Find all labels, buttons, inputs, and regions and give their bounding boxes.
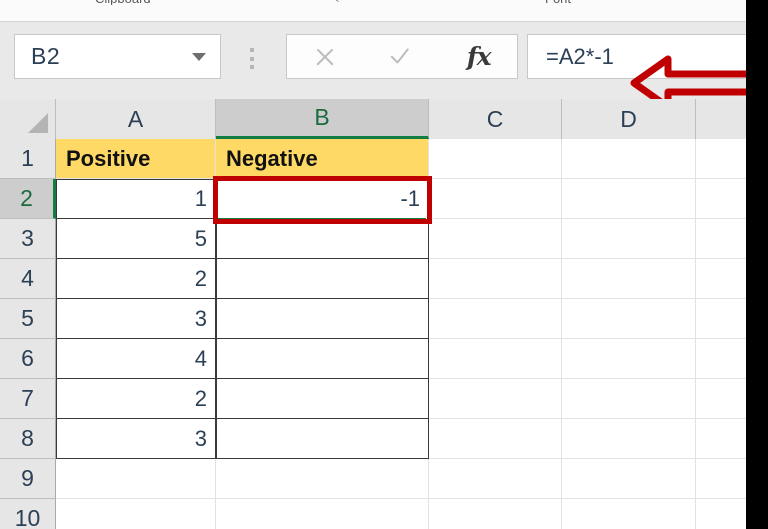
cell-d4[interactable] — [562, 259, 696, 299]
cell-d10[interactable] — [562, 499, 696, 529]
cell-a7[interactable]: 2 — [56, 379, 216, 419]
chevron-down-icon[interactable] — [192, 53, 206, 61]
column-header-band: A B C D — [0, 99, 768, 139]
row-header-7[interactable]: 7 — [0, 379, 56, 419]
ribbon-group-label-font: Font — [545, 0, 571, 5]
cell-c6[interactable] — [429, 339, 562, 379]
row-header-1[interactable]: 1 — [0, 139, 56, 179]
cell-c4[interactable] — [429, 259, 562, 299]
cell-b2[interactable]: -1 — [216, 179, 429, 219]
cell-c3[interactable] — [429, 219, 562, 259]
cell-b10[interactable] — [216, 499, 429, 529]
row-header-6[interactable]: 6 — [0, 339, 56, 379]
formula-input[interactable]: =A2*-1 — [527, 34, 768, 79]
formula-bar-row: B2 fx =A2*-1 — [0, 22, 768, 99]
cell-b4[interactable] — [216, 259, 429, 299]
formula-input-value: =A2*-1 — [528, 44, 614, 70]
cell-a5[interactable]: 3 — [56, 299, 216, 339]
cell-d6[interactable] — [562, 339, 696, 379]
cell-b5[interactable] — [216, 299, 429, 339]
cell-d2[interactable] — [562, 179, 696, 219]
row-header-8[interactable]: 8 — [0, 419, 56, 459]
drag-grip-icon[interactable] — [250, 48, 254, 69]
row-header-5[interactable]: 5 — [0, 299, 56, 339]
cell-a4[interactable]: 2 — [56, 259, 216, 299]
column-header-b[interactable]: B — [216, 99, 429, 139]
cell-a8[interactable]: 3 — [56, 419, 216, 459]
cell-d7[interactable] — [562, 379, 696, 419]
cell-c7[interactable] — [429, 379, 562, 419]
fill-handle[interactable] — [426, 216, 433, 223]
row-header-9[interactable]: 9 — [0, 459, 56, 499]
ribbon-strip: Clipboard ·୧ Font — [0, 0, 768, 22]
cell-b3[interactable] — [216, 219, 429, 259]
select-all-button[interactable] — [0, 99, 56, 139]
cell-a1[interactable]: Positive — [56, 139, 216, 179]
cell-d8[interactable] — [562, 419, 696, 459]
name-box-value: B2 — [15, 43, 60, 70]
cell-c1[interactable] — [429, 139, 562, 179]
cell-c9[interactable] — [429, 459, 562, 499]
cell-c5[interactable] — [429, 299, 562, 339]
cell-d3[interactable] — [562, 219, 696, 259]
check-icon — [390, 46, 414, 68]
cell-c10[interactable] — [429, 499, 562, 529]
cell-d1[interactable] — [562, 139, 696, 179]
cell-b9[interactable] — [216, 459, 429, 499]
cell-a10[interactable] — [56, 499, 216, 529]
row-header-2[interactable]: 2 — [0, 179, 56, 219]
close-icon — [314, 46, 336, 68]
select-all-triangle-icon — [28, 113, 48, 133]
row-header-3[interactable]: 3 — [0, 219, 56, 259]
fx-icon: fx — [467, 42, 491, 71]
column-header-a[interactable]: A — [56, 99, 216, 139]
excel-window: Clipboard ·୧ Font B2 fx =A2*-1 — [0, 0, 768, 529]
screen-edge-strip — [746, 0, 768, 529]
cell-a6[interactable]: 4 — [56, 339, 216, 379]
worksheet-grid: A B C D 1 2 3 4 5 6 7 8 9 10 Positive Ne… — [0, 99, 768, 529]
cell-d9[interactable] — [562, 459, 696, 499]
cell-b8[interactable] — [216, 419, 429, 459]
column-header-d[interactable]: D — [562, 99, 696, 139]
cell-b6[interactable] — [216, 339, 429, 379]
row-header-4[interactable]: 4 — [0, 259, 56, 299]
column-header-c[interactable]: C — [429, 99, 562, 139]
insert-function-button[interactable]: fx — [440, 35, 517, 78]
ribbon-group-label-number-format: ·୧ — [330, 0, 340, 5]
cell-a9[interactable] — [56, 459, 216, 499]
name-box[interactable]: B2 — [14, 34, 221, 79]
ribbon-group-label-clipboard: Clipboard — [95, 0, 151, 5]
cancel-formula-button[interactable] — [287, 35, 364, 78]
enter-formula-button[interactable] — [364, 35, 441, 78]
cell-a3[interactable]: 5 — [56, 219, 216, 259]
cell-c8[interactable] — [429, 419, 562, 459]
row-header-10[interactable]: 10 — [0, 499, 56, 529]
cell-d5[interactable] — [562, 299, 696, 339]
cell-b1[interactable]: Negative — [216, 139, 429, 179]
cell-a2[interactable]: 1 — [56, 179, 216, 219]
formula-bar-buttons: fx — [286, 34, 518, 79]
cell-b7[interactable] — [216, 379, 429, 419]
cell-c2[interactable] — [429, 179, 562, 219]
